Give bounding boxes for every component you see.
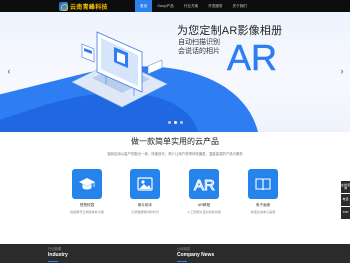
product-card-smart-campus[interactable]: 慧慧校园 校园教育云构建体系方案 [57,169,117,214]
nav-item-solutions[interactable]: 行业方案 [179,0,203,12]
nav-menu: 首页 Gaoyi产品 行业方案 开发服务 关于我们 [135,0,252,12]
news-section: 行业新闻 Industry 公司动态 Company News [0,244,350,263]
product-tile[interactable]: AR [189,169,219,199]
news-heading[interactable]: Industry [48,252,68,258]
nav-item-home[interactable]: 首页 [135,0,153,12]
ar-logo-icon: AR [227,37,278,76]
product-name: 慧慧校园 [79,203,95,207]
products-section-title: 做一款简单实用的云产品 [131,137,219,146]
product-tile[interactable] [130,169,160,199]
news-kicker: 行业新闻 [48,247,62,251]
product-card-photo-assistant[interactable]: 斯片助手 记录相册瞬间的时光 [115,169,175,214]
hero-ar-text: AR [227,37,277,76]
side-consult-button[interactable]: 在线咨询 [341,181,350,193]
product-tile[interactable] [248,169,278,199]
news-column-industry[interactable]: 行业新闻 Industry [48,246,68,258]
news-underline [177,261,187,262]
product-desc: 记录相册瞬间的时光 [131,210,159,214]
product-card-e-album[interactable]: 电子画册 快速生成电子画册 [233,169,293,214]
product-desc: 快速生成电子画册 [250,210,276,214]
brand[interactable]: 云南青峰科技 [59,1,108,11]
brand-logo-icon [59,1,68,11]
news-column-company[interactable]: 公司动态 Company News [177,246,214,258]
carousel-dot-active[interactable] [174,121,177,124]
side-top-button[interactable]: TOP [341,207,350,219]
carousel-next-arrow[interactable]: › [337,65,347,77]
book-icon [255,178,271,191]
side-phone-button[interactable]: 电话 [341,194,350,206]
hero-banner[interactable]: 为您定制AR影像相册 自动扫描识别 会说话的相片 AR ‹ › [0,12,350,132]
news-kicker: 公司动态 [177,247,191,251]
product-desc: 校园教育云构建体系方案 [69,210,105,214]
carousel-dots [168,121,183,124]
product-name: 电子画册 [255,203,271,207]
product-name: 斯片助手 [137,203,153,207]
product-tile[interactable] [72,169,102,199]
product-card-ar[interactable]: AR AR教程 人工智能交互的创新功能 [174,169,234,214]
product-list: 慧慧校园 校园教育云构建体系方案 斯片助手 记录相册瞬间的时光 AR AR教程 … [57,169,293,229]
products-section-desc: 独特应用以量产的融为一体，快速迭代，简介让用户获得体验偏重，温度量感的产品与服务 [107,152,243,156]
news-heading[interactable]: Company News [177,252,214,258]
brand-name: 云南青峰科技 [70,4,108,11]
carousel-dot[interactable] [180,121,183,124]
isometric-screen-illustration [71,31,168,108]
hero-subtitle-2: 会说话的相片 [178,48,220,55]
nav-item-about[interactable]: 关于我们 [228,0,252,12]
side-tools: 在线咨询 电话 TOP [341,181,350,219]
carousel-prev-arrow[interactable]: ‹ [4,65,14,77]
graduation-cap-icon [79,178,95,190]
carousel-dot[interactable] [168,121,171,124]
ar-icon: AR [194,177,216,194]
nav-item-dev-services[interactable]: 开发服务 [203,0,227,12]
product-name: AR教程 [197,203,211,207]
news-underline [48,261,58,262]
product-ar-text: AR [194,177,215,193]
nav-item-products[interactable]: Gaoyi产品 [152,0,179,12]
top-navbar: 云南青峰科技 首页 Gaoyi产品 行业方案 开发服务 关于我们 [0,0,350,12]
image-icon [137,177,153,191]
product-desc: 人工智能交互的创新功能 [186,210,222,214]
